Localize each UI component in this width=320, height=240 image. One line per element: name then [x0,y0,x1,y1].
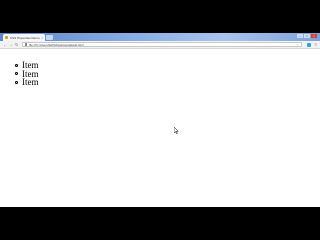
list-item-label: Item [22,77,39,87]
circle-bullet-icon [15,72,18,76]
item-list: Item Item Item [15,61,39,87]
page-icon [25,43,27,46]
tab-title: CSS Properties Demo [10,35,40,40]
tab-close-icon[interactable]: × [41,36,43,40]
maximize-button[interactable]: □ [304,34,310,38]
browser-tab[interactable]: CSS Properties Demo × [3,34,45,41]
window-controls: – □ × [297,34,317,38]
minimize-button[interactable]: – [297,34,303,38]
page-content: Item Item Item [0,49,320,207]
circle-bullet-icon [15,80,18,84]
circle-bullet-icon [15,63,18,67]
new-tab-button[interactable] [46,35,53,40]
address-bar[interactable]: file:///C:/Users/WAS/Desktop/default.htm… [22,42,302,47]
forward-arrow-icon[interactable]: → [9,42,13,48]
back-arrow-icon[interactable]: ← [3,42,7,48]
browser-toolbar: ← → ↻ file:///C:/Users/WAS/Desktop/defau… [0,41,320,49]
page-favicon-icon [5,36,8,39]
list-item: Item [15,78,39,87]
url-text: file:///C:/Users/WAS/Desktop/default.htm… [29,42,84,47]
bookmark-star-icon[interactable]: ☆ [296,43,299,47]
mouse-pointer-icon [174,127,179,134]
reload-icon[interactable]: ↻ [15,42,18,48]
menu-icon[interactable]: ≡ [315,42,317,48]
close-button[interactable]: × [311,34,317,38]
browser-window: CSS Properties Demo × – □ × ← → ↻ file:/… [0,33,320,207]
tab-strip: CSS Properties Demo × – □ × [0,33,320,41]
extension-icon[interactable] [307,43,311,47]
